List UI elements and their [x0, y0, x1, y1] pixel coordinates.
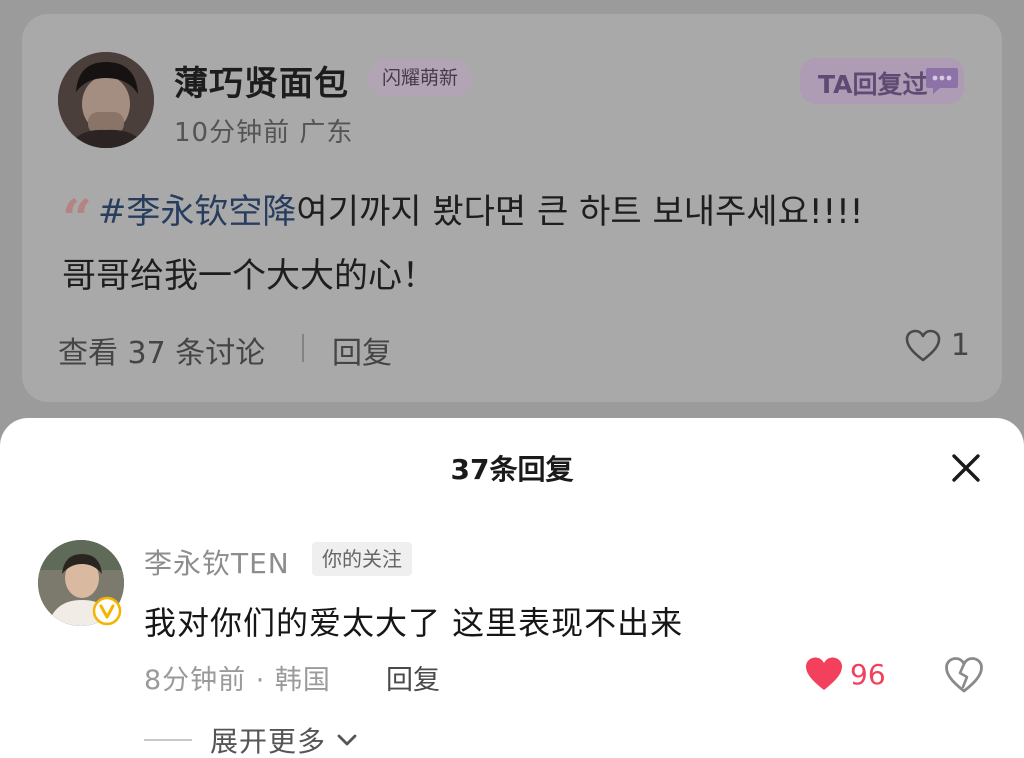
quote-icon: “ — [62, 189, 92, 250]
dislike-button[interactable] — [944, 656, 984, 694]
post-content: “#李永钦空降여기까지 봤다면 큰 하트 보내주세요!!!! 哥哥给我一个大大的… — [62, 184, 974, 304]
post-author-name[interactable]: 薄巧贤面包 — [174, 56, 349, 105]
footer-divider — [302, 334, 304, 362]
following-badge: 你的关注 — [312, 542, 412, 576]
hashtag-link[interactable]: #李永钦空降 — [98, 192, 297, 232]
chevron-down-icon — [337, 734, 357, 746]
ta-replied-badge: TA回复过 — [800, 58, 964, 104]
comment-meta: 8分钟前 · 韩国 — [144, 665, 331, 696]
expand-more-label: 展开更多 — [210, 725, 327, 758]
post-like-count: 1 — [950, 328, 970, 363]
comment-text: 我对你们的爱太大了 这里表现不出来 — [144, 604, 684, 642]
broken-heart-icon — [945, 657, 983, 693]
ta-replied-label: TA回复过 — [818, 70, 928, 99]
replies-sheet: 37条回复 李永钦TEN 你的关注 我对你们的爱太大了 这里表现不出来 8分钟前… — [0, 418, 1024, 758]
chat-bubble-icon — [926, 68, 958, 94]
comment-reply-button[interactable]: 回复 — [386, 658, 440, 697]
comment-author-name[interactable]: 李永钦TEN — [144, 542, 290, 582]
heart-filled-icon — [806, 657, 842, 690]
post-text-line1: 여기까지 봤다면 큰 하트 보내주세요!!!! — [296, 192, 864, 232]
expand-more-button[interactable]: 展开更多 — [144, 722, 358, 758]
verified-badge-icon — [92, 596, 122, 626]
expand-divider — [144, 739, 192, 741]
comment-like-count: 96 — [850, 657, 886, 691]
heart-outline-icon — [905, 329, 941, 361]
comment-like-button[interactable]: 96 — [804, 656, 886, 692]
user-level-badge: 闪耀萌新 — [368, 60, 473, 96]
sheet-title: 37条回复 — [450, 453, 574, 486]
post-reply-button[interactable]: 回复 — [332, 328, 392, 372]
view-discussion-link[interactable]: 查看 37 条讨论 — [58, 328, 265, 372]
post-card: 薄巧贤面包 闪耀萌新 10分钟前 广东 TA回复过 “#李永钦空降여기까지 봤다… — [22, 14, 1002, 402]
post-author-avatar[interactable] — [58, 52, 154, 148]
post-footer: 查看 37 条讨论 回复 1 — [58, 328, 970, 371]
post-meta: 10分钟前 广东 — [174, 118, 354, 148]
close-icon — [952, 454, 980, 482]
post-like-button[interactable]: 1 — [905, 328, 970, 363]
post-text-line2: 哥哥给我一个大大的心！ — [62, 256, 436, 296]
close-button[interactable] — [946, 448, 986, 488]
